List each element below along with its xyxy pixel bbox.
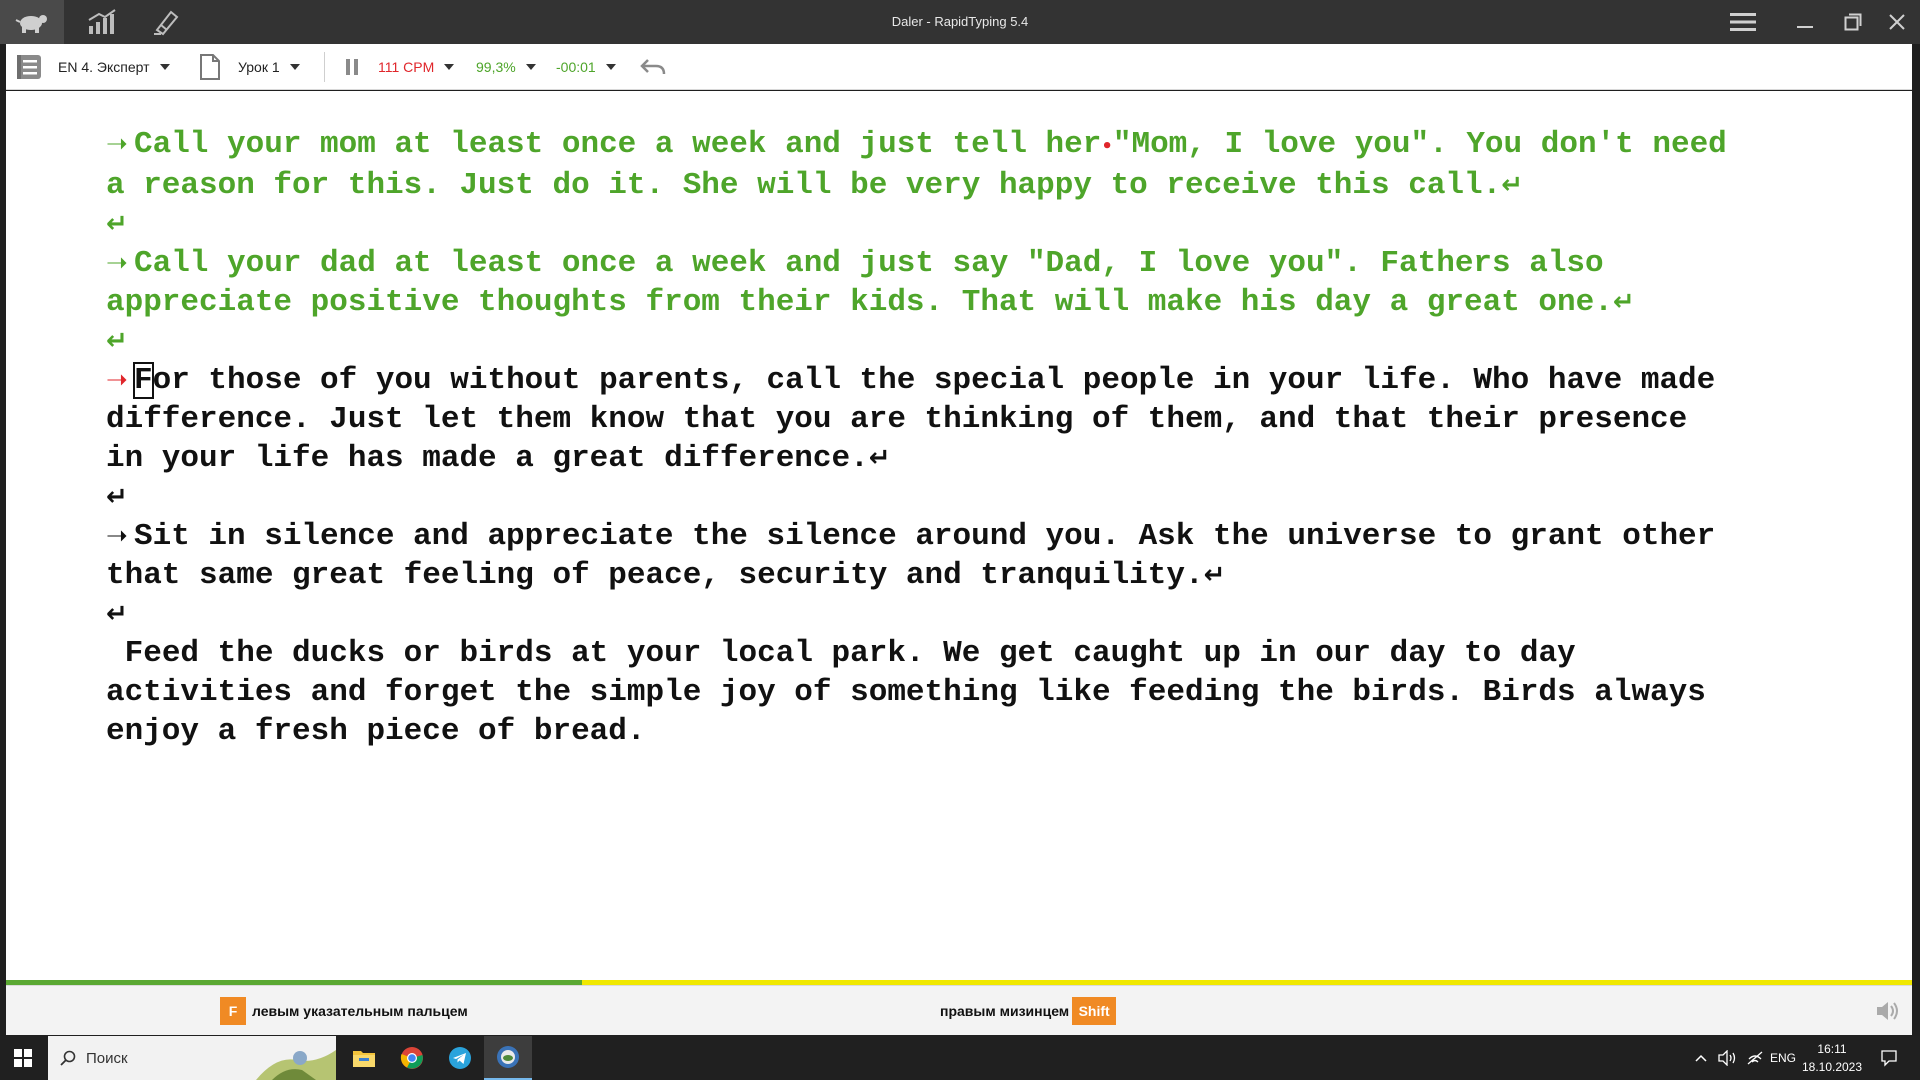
clock-time: 16:11 (1817, 1042, 1847, 1056)
text-line: Call your mom at least once a week and j… (134, 127, 1102, 162)
blank-line: ↵ (106, 322, 1806, 361)
search-highlight-image (256, 1050, 336, 1080)
text-line: Sit in silence and appreciate the silenc… (134, 519, 1716, 554)
paragraph-typed-1: ➝ Call your mom at least once a week and … (106, 125, 1806, 166)
lesson-document-icon[interactable] (198, 44, 222, 90)
speed-value: 111 CPM (378, 59, 435, 75)
text-line: or those of you without parents, call th… (152, 363, 1716, 398)
chrome-icon[interactable] (388, 1036, 436, 1080)
restore-icon[interactable] (1828, 0, 1878, 44)
text-line: a reason for this. Just do it. She will … (106, 168, 1502, 203)
text-line: that same great feeling of peace, securi… (106, 558, 1204, 593)
chevron-down-icon (159, 64, 170, 70)
paragraph-typed-1-line2: a reason for this. Just do it. She will … (106, 166, 1806, 205)
space-error-dot-icon: • (1101, 136, 1113, 157)
enter-mark-icon: ↵ (1203, 560, 1226, 590)
close-icon[interactable] (1872, 0, 1920, 44)
network-icon[interactable] (1746, 1036, 1764, 1080)
tab-arrow-icon: ➝ (106, 248, 128, 278)
minimize-icon[interactable] (1780, 0, 1830, 44)
paragraph-pending-2: Feed the ducks or birds at your local pa… (106, 634, 1806, 673)
search-placeholder: Поиск (86, 1049, 128, 1067)
paragraph-current-line2: difference. Just let them know that you … (106, 400, 1806, 439)
paragraph-pending-2-line2: activities and forget the simple joy of … (106, 673, 1806, 712)
text-line: "Mom, I love you". You don't need (1112, 127, 1727, 162)
accuracy-value: 99,3% (476, 59, 516, 75)
enter-mark-icon: ↵ (1612, 287, 1635, 317)
accuracy-dropdown[interactable]: 99,3% (476, 44, 536, 90)
enter-mark-icon: ↵ (106, 599, 128, 629)
lesson-text: ➝ Call your mom at least once a week and … (106, 125, 1806, 751)
course-label: EN 4. Эксперт (58, 59, 150, 75)
paragraph-typed-2: ➝ Call your dad at least once a week and … (106, 244, 1806, 283)
text-line: enjoy a fresh piece of bread. (106, 714, 646, 749)
paragraph-pending-1: ➝ Sit in silence and appreciate the silen… (106, 517, 1806, 556)
show-hidden-icons-icon[interactable] (1694, 1036, 1708, 1080)
text-line: Call your dad at least once a week and j… (134, 246, 1604, 281)
paragraph-pending-2-line3: enjoy a fresh piece of bread. (106, 712, 1806, 751)
window-title: Daler - RapidTyping 5.4 (891, 14, 1029, 29)
lesson-label: Урок 1 (238, 59, 280, 75)
chevron-down-icon (289, 64, 300, 70)
enter-mark-icon: ↵ (868, 443, 891, 473)
taskbar-search-input[interactable]: Поиск (48, 1036, 336, 1080)
typing-text-area[interactable]: ➝ Call your mom at least once a week and … (6, 91, 1912, 980)
paragraph-pending-1-line2: that same great feeling of peace, securi… (106, 556, 1806, 595)
tab-arrow-icon: ➝ (106, 129, 128, 159)
search-icon (60, 1050, 76, 1066)
undo-icon[interactable] (640, 44, 666, 90)
enter-mark-icon: ↵ (106, 482, 128, 512)
right-hint-text: правым мизинцем (940, 1003, 1070, 1019)
blank-line: ↵ (106, 205, 1806, 244)
course-book-icon[interactable] (14, 44, 44, 90)
chevron-down-icon (525, 64, 536, 70)
enter-mark-icon: ↵ (106, 326, 128, 356)
clock-date: 18.10.2023 (1801, 1060, 1863, 1074)
speed-dropdown[interactable]: 111 CPM (378, 44, 455, 90)
enter-mark-icon: ↵ (106, 209, 128, 239)
text-line: appreciate positive thoughts from their … (106, 285, 1613, 320)
time-value: -00:01 (556, 59, 596, 75)
enter-mark-icon: ↵ (1501, 170, 1524, 200)
blank-line: ↵ (106, 595, 1806, 634)
text-line: in your life has made a great difference… (106, 441, 869, 476)
time-dropdown[interactable]: -00:01 (556, 44, 616, 90)
paragraph-current-line3: in your life has made a great difference… (106, 439, 1806, 478)
course-dropdown[interactable]: EN 4. Эксперт (58, 44, 170, 90)
rapidtyping-icon[interactable] (484, 1036, 532, 1080)
volume-icon[interactable] (1718, 1036, 1738, 1080)
system-clock[interactable]: 16:11 18.10.2023 (1792, 1040, 1872, 1076)
sound-icon[interactable] (1874, 998, 1900, 1029)
windows-taskbar: Поиск ENG 16:11 18.10.2023 (0, 1036, 1920, 1080)
file-explorer-icon[interactable] (340, 1036, 388, 1080)
left-hand-hint: F левым указательным пальцем (220, 986, 468, 1036)
typing-cursor: F (133, 362, 154, 399)
chevron-down-icon (444, 64, 455, 70)
toolbar: EN 4. Эксперт Урок 1 111 CPM 99,3% -00:0… (6, 44, 1912, 90)
paragraph-current: ➝ For those of you without parents, call … (106, 361, 1806, 400)
pause-button[interactable] (344, 44, 360, 90)
title-bar: Daler - RapidTyping 5.4 (0, 0, 1920, 44)
right-hand-hint: правым мизинцем Shift (940, 986, 1117, 1036)
blank-line: ↵ (106, 478, 1806, 517)
text-line: activities and forget the simple joy of … (106, 675, 1706, 710)
paragraph-typed-2-line2: appreciate positive thoughts from their … (106, 283, 1806, 322)
text-line: Feed the ducks or birds at your local pa… (106, 636, 1576, 671)
chevron-down-icon (605, 64, 616, 70)
toolbar-divider (324, 52, 325, 82)
windows-start-icon[interactable] (0, 1036, 46, 1080)
menu-icon[interactable] (1718, 0, 1768, 44)
notifications-icon[interactable] (1880, 1036, 1898, 1080)
left-hint-text: левым указательным пальцем (252, 1003, 468, 1019)
telegram-icon[interactable] (436, 1036, 484, 1080)
finger-hint-bar: F левым указательным пальцем правым мизи… (6, 985, 1912, 1035)
tab-arrow-icon: ➝ (106, 521, 128, 551)
tab-arrow-icon: ➝ (106, 365, 128, 395)
key-badge: Shift (1072, 997, 1117, 1025)
text-line: difference. Just let them know that you … (106, 402, 1688, 437)
key-badge: F (220, 997, 246, 1025)
lesson-dropdown[interactable]: Урок 1 (238, 44, 300, 90)
